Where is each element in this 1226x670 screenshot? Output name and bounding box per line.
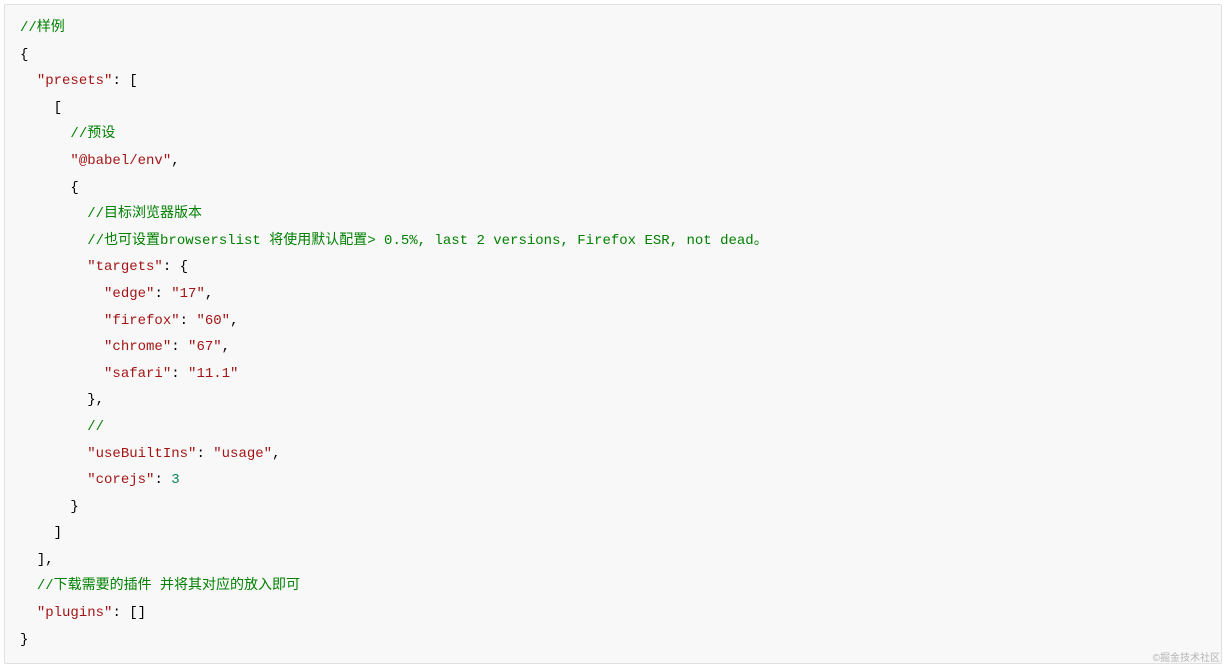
code-token: }, <box>87 392 104 408</box>
code-token: //目标浏览器版本 <box>87 206 202 222</box>
code-line: } <box>20 499 79 515</box>
code-token: , <box>272 446 280 462</box>
code-token: "11.1" <box>188 366 238 382</box>
code-line: //下载需要的插件 并将其对应的放入即可 <box>20 578 300 594</box>
code-token: } <box>70 499 78 515</box>
code-token: ], <box>37 552 54 568</box>
code-line: "targets": { <box>20 259 188 275</box>
code-token: //也可设置browserslist 将使用默认配置> 0.5%, last 2… <box>87 233 767 249</box>
code-token: "plugins" <box>37 605 113 621</box>
code-token: : [ <box>112 73 137 89</box>
code-line: "chrome": "67", <box>20 339 230 355</box>
code-line: // <box>20 419 104 435</box>
code-token: //样例 <box>20 20 65 36</box>
code-line: //也可设置browserslist 将使用默认配置> 0.5%, last 2… <box>20 233 768 249</box>
code-token: "firefox" <box>104 313 180 329</box>
code-token: "@babel/env" <box>70 153 171 169</box>
code-token: : <box>154 286 171 302</box>
code-line: } <box>20 632 28 648</box>
code-token: "60" <box>196 313 230 329</box>
code-token: : <box>196 446 213 462</box>
code-line: "safari": "11.1" <box>20 366 238 382</box>
code-token: : <box>180 313 197 329</box>
code-line: //目标浏览器版本 <box>20 206 202 222</box>
code-line: "plugins": [] <box>20 605 146 621</box>
code-line: [ <box>20 100 62 116</box>
code-line: "useBuiltIns": "usage", <box>20 446 280 462</box>
code-token: { <box>20 47 28 63</box>
code-token: : <box>154 472 171 488</box>
code-token: "presets" <box>37 73 113 89</box>
code-token: "usage" <box>213 446 272 462</box>
code-token: , <box>222 339 230 355</box>
code-token: "useBuiltIns" <box>87 446 196 462</box>
code-line: "@babel/env", <box>20 153 180 169</box>
code-token: 3 <box>171 472 179 488</box>
code-line: ], <box>20 552 54 568</box>
code-token: : { <box>163 259 188 275</box>
code-line: { <box>20 47 28 63</box>
code-line: "edge": "17", <box>20 286 213 302</box>
code-token: //预设 <box>70 126 115 142</box>
code-token: //下载需要的插件 并将其对应的放入即可 <box>37 578 300 594</box>
code-token: "safari" <box>104 366 171 382</box>
code-line: { <box>20 180 79 196</box>
code-token: } <box>20 632 28 648</box>
code-line: //样例 <box>20 20 65 36</box>
code-token: , <box>205 286 213 302</box>
code-token: , <box>171 153 179 169</box>
code-token: "chrome" <box>104 339 171 355</box>
code-token: "67" <box>188 339 222 355</box>
code-line: ] <box>20 525 62 541</box>
code-token: // <box>87 419 104 435</box>
code-token: : <box>171 339 188 355</box>
code-token: "17" <box>171 286 205 302</box>
code-token: [ <box>54 100 62 116</box>
code-line: "corejs": 3 <box>20 472 180 488</box>
code-token: , <box>230 313 238 329</box>
code-line: "firefox": "60", <box>20 313 238 329</box>
code-line: }, <box>20 392 104 408</box>
code-token: : [] <box>112 605 146 621</box>
code-block: //样例 { "presets": [ [ //预设 "@babel/env",… <box>4 4 1222 664</box>
code-line: "presets": [ <box>20 73 138 89</box>
code-token: : <box>171 366 188 382</box>
code-token: { <box>70 180 78 196</box>
code-token: ] <box>54 525 62 541</box>
code-token: "targets" <box>87 259 163 275</box>
code-token: "corejs" <box>87 472 154 488</box>
code-token: "edge" <box>104 286 154 302</box>
code-line: //预设 <box>20 126 115 142</box>
